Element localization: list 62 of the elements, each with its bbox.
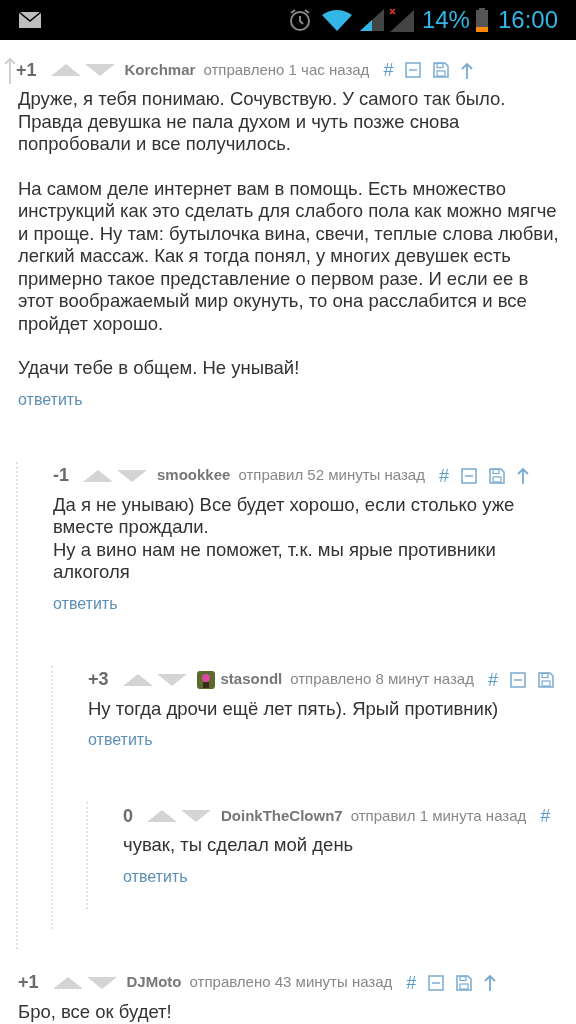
upvote-icon[interactable] bbox=[122, 673, 153, 686]
reply-link[interactable]: ответить bbox=[53, 591, 118, 616]
posted-time: отправлено 43 минуты назад bbox=[189, 972, 393, 993]
comment-text: Удачи тебе в общем. Не унывай! bbox=[18, 357, 301, 380]
score: +3 bbox=[88, 668, 109, 691]
save-icon[interactable] bbox=[488, 467, 505, 484]
score: 0 bbox=[123, 804, 133, 828]
username[interactable]: DoinkTheClown7 bbox=[221, 804, 343, 828]
comment-text: На самом деле интернет вам в помощь. Есть множество инструкций как это сделать для слабого пола как можно мягче и проще. Ну там: бутылочка вина, свечи, теплые слова любви, легкий массаж. Как я тогда понял, у многих девушек есть примерно такое представление о первом разе. И если ее в этот воображаемый мир окунуть, то она расслабится и все пройдет хорошо. bbox=[18, 177, 560, 335]
arrow-up-icon[interactable] bbox=[484, 974, 497, 991]
comment-text: Друже, я тебя понимаю. Сочувствую. У самого так было. Правда девушка не пала духом и чуть позже снова попробовали и все получилось. bbox=[18, 88, 507, 156]
no-signal-icon bbox=[387, 8, 414, 32]
posted-time: отправил 1 минута назад bbox=[350, 805, 527, 826]
comment-text: чувак, ты сделал мой день bbox=[123, 834, 355, 857]
comment-text: Ну тогда дрочи ещё лет пять). Ярый противник) bbox=[88, 697, 500, 720]
save-icon[interactable] bbox=[433, 62, 450, 78]
reply-link[interactable]: ответить bbox=[18, 387, 83, 412]
signal-icon bbox=[359, 9, 384, 31]
comment-text: Бро, все ок будет! bbox=[18, 1000, 173, 1023]
downvote-icon[interactable] bbox=[84, 64, 115, 76]
wifi-icon bbox=[321, 9, 352, 31]
upvote-icon[interactable] bbox=[83, 469, 113, 482]
collapse-icon[interactable] bbox=[405, 62, 422, 78]
arrow-up-icon[interactable] bbox=[461, 61, 474, 79]
permalink[interactable]: # bbox=[438, 466, 449, 485]
username[interactable]: Korchmar bbox=[124, 58, 196, 82]
downvote-icon[interactable] bbox=[181, 810, 211, 822]
permalink[interactable]: # bbox=[540, 807, 551, 825]
score: +1 bbox=[16, 58, 37, 82]
posted-time: отправил 52 минуты назад bbox=[238, 465, 425, 486]
comment-text: Ну а вино нам не поможет, т.к. мы ярые противники алкоголя bbox=[53, 538, 497, 584]
save-icon[interactable] bbox=[537, 671, 554, 688]
collapse-icon[interactable] bbox=[509, 671, 526, 688]
score: -1 bbox=[53, 464, 69, 487]
posted-time: отправлено 8 минут назад bbox=[290, 669, 474, 690]
downvote-icon[interactable] bbox=[117, 469, 147, 482]
collapse-icon[interactable] bbox=[460, 467, 477, 484]
mail-icon bbox=[18, 11, 42, 29]
parent-arrow-icon[interactable] bbox=[4, 56, 16, 84]
score: +1 bbox=[18, 971, 39, 994]
permalink[interactable]: # bbox=[383, 61, 394, 79]
permalink[interactable]: # bbox=[487, 670, 498, 689]
reply-link[interactable]: ответить bbox=[123, 864, 188, 889]
battery-icon bbox=[475, 8, 488, 32]
reply-link[interactable]: ответить bbox=[88, 728, 153, 752]
downvote-icon[interactable] bbox=[86, 976, 117, 989]
upvote-icon[interactable] bbox=[147, 810, 177, 822]
posted-time: отправлено 1 час назад bbox=[203, 59, 370, 80]
permalink[interactable]: # bbox=[406, 973, 417, 992]
clock: 16:00 bbox=[497, 5, 558, 35]
upvote-icon[interactable] bbox=[50, 64, 81, 76]
downvote-icon[interactable] bbox=[156, 673, 187, 686]
alarm-icon bbox=[287, 8, 312, 32]
comment-text: Да я не унываю) Все будет хорошо, если столько уже вместе прождали. bbox=[53, 493, 516, 539]
battery-percent: 14% bbox=[421, 5, 470, 35]
username[interactable]: smookkee bbox=[157, 464, 231, 487]
save-icon[interactable] bbox=[456, 974, 473, 991]
collapse-icon[interactable] bbox=[428, 974, 445, 991]
arrow-up-icon[interactable] bbox=[516, 467, 529, 484]
upvote-icon[interactable] bbox=[52, 976, 83, 989]
username[interactable]: DJMoto bbox=[126, 971, 182, 994]
username[interactable]: stasondl bbox=[220, 668, 283, 691]
